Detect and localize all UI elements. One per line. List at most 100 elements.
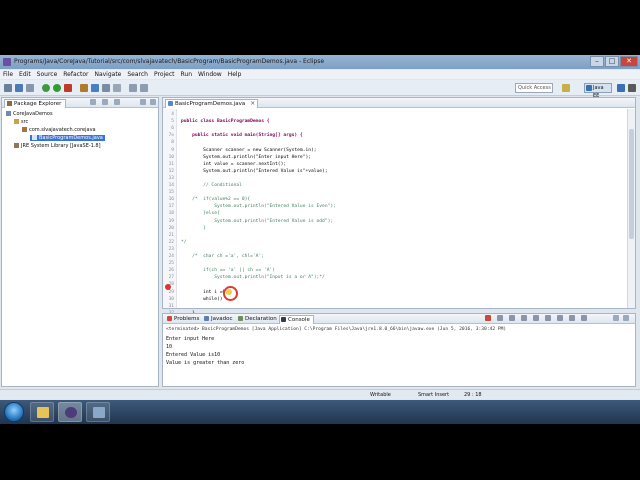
maximize-view-icon[interactable] (623, 315, 629, 321)
line-number: 31 (168, 303, 174, 309)
view-menu-icon[interactable] (114, 99, 120, 105)
code-line[interactable]: System.out.println("Entered Value is Eve… (181, 204, 336, 209)
menu-refactor[interactable]: Refactor (63, 70, 88, 79)
package-icon (22, 127, 27, 132)
maximize-button[interactable]: □ (605, 56, 619, 67)
tree-item-label: JRE System Library [JavaSE-1.8] (21, 143, 101, 149)
java-perspective-icon[interactable] (617, 84, 625, 92)
menu-help[interactable]: Help (228, 70, 242, 79)
tree-item[interactable]: com.slvajavatech.corejava (22, 127, 96, 133)
code-line[interactable]: }else{ (181, 211, 220, 216)
menu-navigate[interactable]: Navigate (94, 70, 121, 79)
new-java-class-icon[interactable] (91, 84, 99, 92)
taskbar-app[interactable] (86, 402, 110, 422)
taskbar-eclipse[interactable] (58, 402, 82, 422)
tree-item[interactable]: src (14, 119, 28, 125)
tree-item[interactable]: JRE System Library [JavaSE-1.8] (14, 143, 101, 149)
back-arrow-icon[interactable] (129, 84, 137, 92)
display-console-icon[interactable] (569, 315, 575, 321)
status-cursor-position: 29 : 18 (464, 392, 482, 398)
save-icon[interactable] (15, 84, 23, 92)
code-line[interactable]: int value = scanner.nextInt(); (181, 162, 286, 167)
console-icon (281, 317, 286, 322)
code-line[interactable]: Scanner scanner = new Scanner(System.in)… (181, 148, 316, 153)
code-line[interactable]: public class BasicProgramDemos { (181, 119, 270, 124)
code-line[interactable]: */ (181, 240, 187, 245)
editor-pane: BasicProgramDemos.java × 4 5 6 7⊖ 8 9 10 11 12 13… (162, 97, 636, 323)
menu-run[interactable]: Run (181, 70, 193, 79)
clear-console-icon[interactable] (521, 315, 527, 321)
project-icon (6, 111, 11, 116)
code-line[interactable]: /* if(value%2 == 0){ (181, 197, 250, 202)
pin-console-icon[interactable] (557, 315, 563, 321)
tree-item[interactable]: CoreJavaDemos (6, 111, 53, 117)
code-line[interactable]: System.out.println("Entered Value is odd… (181, 219, 333, 224)
tab-declaration[interactable]: Declaration (237, 315, 280, 324)
open-perspective-icon[interactable] (562, 84, 570, 92)
code-line[interactable]: while() (181, 297, 222, 302)
external-tools-icon[interactable] (64, 84, 72, 92)
menu-project[interactable]: Project (154, 70, 175, 79)
code-line[interactable]: /* char ch ='a', chl='A'; (181, 254, 264, 259)
error-marker-icon[interactable] (165, 284, 171, 290)
scrollbar-thumb[interactable] (629, 129, 634, 239)
remove-all-icon[interactable] (509, 315, 515, 321)
code-line[interactable]: System.out.println("Enter input Here"); (181, 155, 311, 160)
search-icon[interactable] (113, 84, 121, 92)
minimize-button[interactable]: – (590, 56, 604, 67)
debug-icon[interactable] (42, 84, 50, 92)
code-line[interactable]: System.out.println("Entered Value is"+va… (181, 169, 327, 174)
print-icon[interactable] (26, 84, 34, 92)
line-number: 11 (168, 161, 174, 167)
declaration-icon (238, 316, 243, 321)
tab-javadoc[interactable]: Javadoc (203, 315, 236, 324)
menu-file[interactable]: File (3, 70, 13, 79)
line-number: 30 (168, 296, 174, 302)
open-type-icon[interactable] (102, 84, 110, 92)
minimize-view-icon[interactable] (613, 315, 619, 321)
code-line[interactable]: public static void main(String[] args) { (181, 133, 303, 138)
new-icon[interactable] (4, 84, 12, 92)
new-java-package-icon[interactable] (80, 84, 88, 92)
start-button[interactable] (4, 402, 24, 422)
taskbar-explorer[interactable] (30, 402, 54, 422)
editor-scrollbar[interactable] (627, 109, 635, 308)
console-header: Problems Javadoc Declaration Console (163, 314, 635, 324)
code-line[interactable]: System.out.println("Input is a or A");*/ (181, 275, 325, 280)
remove-launch-icon[interactable] (497, 315, 503, 321)
run-icon[interactable] (53, 84, 61, 92)
code-line[interactable]: if(ch == 'a' || ch == 'A') (181, 268, 275, 273)
console-output-line: 10 (166, 344, 173, 350)
menu-window[interactable]: Window (198, 70, 222, 79)
eclipse-icon (65, 407, 77, 418)
collapse-all-icon[interactable] (90, 99, 96, 105)
editor-tab[interactable]: BasicProgramDemos.java × (165, 99, 259, 108)
java-ee-perspective-button[interactable]: Java EE (584, 83, 612, 99)
menu-search[interactable]: Search (127, 70, 148, 79)
close-tab-icon[interactable]: × (250, 100, 255, 108)
code-line[interactable]: // Conditional (181, 183, 242, 188)
tab-problems[interactable]: Problems (166, 315, 202, 324)
scroll-lock-icon[interactable] (533, 315, 539, 321)
word-wrap-icon[interactable] (545, 315, 551, 321)
link-with-editor-icon[interactable] (102, 99, 108, 105)
code-line[interactable]: } (181, 226, 206, 231)
terminate-icon[interactable] (485, 315, 491, 321)
minimize-view-icon[interactable] (140, 99, 146, 105)
main-toolbar: Quick Access Java EE (0, 80, 640, 99)
close-button[interactable]: ✕ (620, 56, 638, 67)
package-explorer-tab[interactable]: Package Explorer (4, 99, 67, 108)
forward-arrow-icon[interactable] (140, 84, 148, 92)
tab-console[interactable]: Console (279, 315, 314, 324)
tree-item-selected[interactable]: BasicProgramDemos.java (30, 135, 105, 141)
menu-source[interactable]: Source (37, 70, 58, 79)
maximize-view-icon[interactable] (150, 99, 156, 105)
package-explorer-pane: Package Explorer CoreJavaDemos src com.s… (1, 97, 159, 387)
quick-access-input[interactable]: Quick Access (515, 83, 553, 93)
source-folder-icon (14, 119, 19, 124)
open-console-icon[interactable] (581, 315, 587, 321)
menu-edit[interactable]: Edit (19, 70, 31, 79)
code-line[interactable]: int i =0; (181, 290, 228, 295)
tab-label: Problems (174, 316, 200, 322)
debug-perspective-icon[interactable] (628, 84, 636, 92)
